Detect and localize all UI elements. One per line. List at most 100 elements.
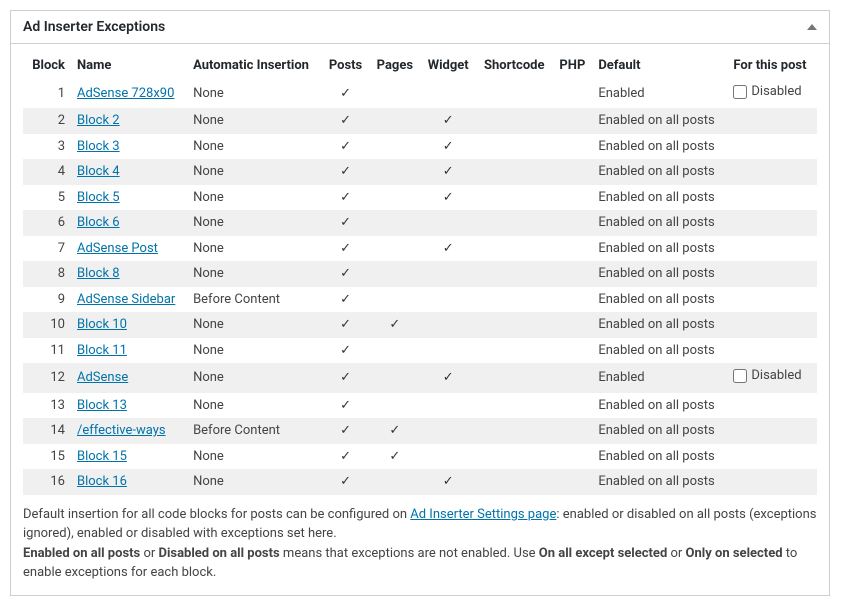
cell-shortcode: [476, 393, 552, 419]
cell-widget: [420, 210, 476, 236]
cell-shortcode: [476, 287, 552, 313]
cell-php: [552, 469, 592, 495]
cell-shortcode: [476, 134, 552, 160]
block-name-link[interactable]: Block 6: [77, 215, 120, 230]
cell-php: [552, 210, 592, 236]
cell-default: Enabled on all posts: [592, 312, 727, 338]
panel-header[interactable]: Ad Inserter Exceptions: [11, 11, 829, 44]
cell-pages: [369, 469, 420, 495]
block-name-link[interactable]: Block 2: [77, 113, 120, 128]
cell-name: Block 3: [71, 134, 187, 160]
cell-default: Enabled on all posts: [592, 287, 727, 313]
cell-shortcode: [476, 210, 552, 236]
table-row: 7AdSense PostNone✓✓Enabled on all posts: [23, 236, 817, 262]
cell-posts: ✓: [322, 108, 370, 134]
cell-automatic-insertion: Before Content: [187, 418, 322, 444]
cell-php: [552, 444, 592, 470]
block-name-link[interactable]: AdSense 728x90: [77, 86, 174, 101]
block-name-link[interactable]: Block 8: [77, 266, 120, 281]
cell-shortcode: [476, 236, 552, 262]
cell-block-number: 7: [23, 236, 71, 262]
col-header-automatic: Automatic Insertion: [187, 54, 322, 79]
cell-pages: [369, 210, 420, 236]
cell-for-this-post: [727, 444, 817, 470]
table-row: 8Block 8None✓Enabled on all posts: [23, 261, 817, 287]
block-name-link[interactable]: Block 10: [77, 317, 127, 332]
cell-posts: ✓: [322, 134, 370, 160]
cell-pages: [369, 159, 420, 185]
footnote-link[interactable]: Ad Inserter Settings page: [410, 507, 556, 522]
cell-automatic-insertion: None: [187, 134, 322, 160]
cell-for-this-post: [727, 159, 817, 185]
cell-pages: [369, 134, 420, 160]
block-name-link[interactable]: Block 11: [77, 343, 127, 358]
cell-shortcode: [476, 363, 552, 392]
cell-posts: ✓: [322, 79, 370, 108]
block-name-link[interactable]: AdSense Post: [77, 241, 158, 256]
cell-widget: ✓: [420, 134, 476, 160]
cell-widget: [420, 444, 476, 470]
cell-php: [552, 338, 592, 364]
disabled-checkbox[interactable]: [733, 369, 747, 383]
cell-pages: [369, 393, 420, 419]
cell-widget: [420, 312, 476, 338]
cell-php: [552, 261, 592, 287]
cell-posts: ✓: [322, 210, 370, 236]
cell-default: Enabled on all posts: [592, 393, 727, 419]
block-name-link[interactable]: Block 13: [77, 398, 127, 413]
cell-pages: [369, 236, 420, 262]
block-name-link[interactable]: Block 5: [77, 190, 120, 205]
table-row: 9AdSense SidebarBefore Content✓Enabled o…: [23, 287, 817, 313]
cell-shortcode: [476, 261, 552, 287]
cell-widget: ✓: [420, 363, 476, 392]
cell-posts: ✓: [322, 312, 370, 338]
cell-posts: ✓: [322, 469, 370, 495]
disabled-checkbox[interactable]: [733, 85, 747, 99]
disabled-checkbox-label[interactable]: Disabled: [733, 82, 801, 102]
cell-posts: ✓: [322, 287, 370, 313]
block-name-link[interactable]: Block 4: [77, 164, 120, 179]
cell-for-this-post: [727, 469, 817, 495]
cell-block-number: 13: [23, 393, 71, 419]
cell-shortcode: [476, 469, 552, 495]
cell-for-this-post: [727, 287, 817, 313]
block-name-link[interactable]: Block 3: [77, 139, 120, 154]
cell-name: Block 5: [71, 185, 187, 211]
cell-name: Block 10: [71, 312, 187, 338]
cell-for-this-post: [727, 338, 817, 364]
cell-default: Enabled on all posts: [592, 469, 727, 495]
cell-php: [552, 108, 592, 134]
block-name-link[interactable]: AdSense Sidebar: [77, 292, 175, 307]
cell-automatic-insertion: None: [187, 236, 322, 262]
cell-name: Block 11: [71, 338, 187, 364]
cell-automatic-insertion: None: [187, 108, 322, 134]
panel-body: Block Name Automatic Insertion Posts Pag…: [11, 44, 829, 595]
table-row: 12AdSenseNone✓✓EnabledDisabled: [23, 363, 817, 392]
block-name-link[interactable]: Block 16: [77, 474, 127, 489]
disabled-label-text: Disabled: [751, 366, 801, 386]
cell-automatic-insertion: None: [187, 444, 322, 470]
table-row: 1AdSense 728x90None✓EnabledDisabled: [23, 79, 817, 108]
cell-automatic-insertion: None: [187, 185, 322, 211]
cell-default: Enabled on all posts: [592, 236, 727, 262]
cell-php: [552, 363, 592, 392]
cell-block-number: 14: [23, 418, 71, 444]
block-name-link[interactable]: /effective-ways: [77, 423, 166, 438]
cell-pages: [369, 108, 420, 134]
col-header-php: PHP: [552, 54, 592, 79]
collapse-icon: [807, 24, 817, 30]
cell-php: [552, 418, 592, 444]
block-name-link[interactable]: AdSense: [77, 370, 128, 385]
cell-block-number: 3: [23, 134, 71, 160]
disabled-checkbox-label[interactable]: Disabled: [733, 366, 801, 386]
cell-default: Enabled on all posts: [592, 444, 727, 470]
cell-name: AdSense: [71, 363, 187, 392]
table-row: 5Block 5None✓✓Enabled on all posts: [23, 185, 817, 211]
cell-widget: [420, 79, 476, 108]
cell-for-this-post: [727, 261, 817, 287]
block-name-link[interactable]: Block 15: [77, 449, 127, 464]
cell-default: Enabled: [592, 79, 727, 108]
table-row: 11Block 11None✓Enabled on all posts: [23, 338, 817, 364]
cell-automatic-insertion: None: [187, 79, 322, 108]
col-header-default: Default: [592, 54, 727, 79]
